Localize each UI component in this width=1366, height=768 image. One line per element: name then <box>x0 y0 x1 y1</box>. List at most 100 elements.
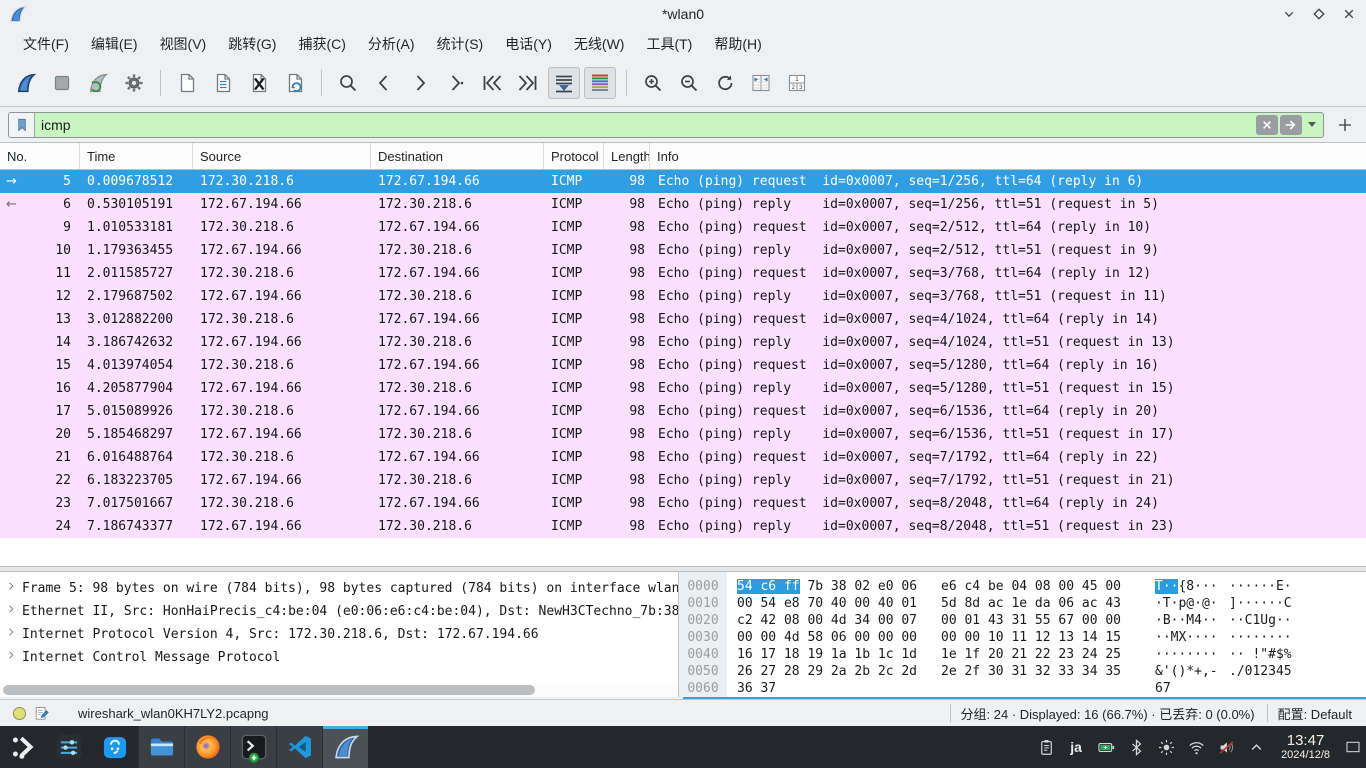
go-last-packet-button[interactable] <box>512 67 544 99</box>
profile-selector[interactable]: 配置: Default <box>1278 704 1366 723</box>
details-horizontal-scrollbar[interactable] <box>0 683 678 697</box>
layout-cells-button[interactable]: 123 <box>781 67 813 99</box>
menu-item-4[interactable]: 捕获(C) <box>287 30 356 58</box>
menu-item-8[interactable]: 无线(W) <box>563 30 636 58</box>
close-file-button[interactable] <box>243 67 275 99</box>
taskbar-file-manager[interactable] <box>138 726 184 768</box>
column-header-protocol[interactable]: Protocol <box>544 143 604 169</box>
stop-capture-button[interactable] <box>46 67 78 99</box>
hex-row-0060[interactable]: 006036 3767 <box>679 680 1366 697</box>
menu-item-7[interactable]: 电话(Y) <box>494 30 563 58</box>
filter-bookmark-icon[interactable] <box>9 113 35 137</box>
auto-scroll-button[interactable] <box>548 67 580 99</box>
clock[interactable]: 13:47 2024/12/8 <box>1271 733 1340 762</box>
expand-chevron-icon[interactable] <box>0 600 22 623</box>
menu-item-1[interactable]: 编辑(E) <box>80 30 149 58</box>
capture-filename[interactable]: wireshark_wlan0KH7LY2.pcapng <box>78 706 269 721</box>
go-back-button[interactable] <box>368 67 400 99</box>
detail-row-1[interactable]: Ethernet II, Src: HonHaiPrecis_c4:be:04 … <box>0 600 678 623</box>
minimize-button[interactable] <box>1278 3 1300 25</box>
hex-row-0020[interactable]: 0020c2 42 08 00 4d 34 00 0700 01 43 31 5… <box>679 612 1366 629</box>
tray-tray-expand[interactable] <box>1241 726 1271 768</box>
create-file-button[interactable] <box>171 67 203 99</box>
maximize-button[interactable] <box>1308 3 1330 25</box>
tray-network-wifi[interactable] <box>1181 726 1211 768</box>
expert-info-icon[interactable] <box>8 702 30 724</box>
packet-row-9[interactable]: 91.010533181172.30.218.6172.67.194.66ICM… <box>0 216 1366 239</box>
packet-row-6[interactable]: ←60.530105191172.67.194.66172.30.218.6IC… <box>0 193 1366 216</box>
packet-row-23[interactable]: 237.017501667172.30.218.6172.67.194.66IC… <box>0 492 1366 515</box>
go-to-packet-button[interactable] <box>440 67 472 99</box>
filter-apply-icon[interactable] <box>1280 115 1302 135</box>
menu-item-9[interactable]: 工具(T) <box>635 30 703 58</box>
tray-keyboard-layout[interactable]: ja <box>1061 726 1091 768</box>
packet-row-13[interactable]: 133.012882200172.30.218.6172.67.194.66IC… <box>0 308 1366 331</box>
column-header-time[interactable]: Time <box>80 143 193 169</box>
detail-row-0[interactable]: Frame 5: 98 bytes on wire (784 bits), 98… <box>0 577 678 600</box>
add-filter-button[interactable] <box>1332 112 1358 138</box>
open-file-button[interactable] <box>207 67 239 99</box>
packet-row-22[interactable]: 226.183223705172.67.194.66172.30.218.6IC… <box>0 469 1366 492</box>
start-capture-button[interactable] <box>10 67 42 99</box>
taskbar-system-settings[interactable] <box>46 726 92 768</box>
packet-row-17[interactable]: 175.015089926172.30.218.6172.67.194.66IC… <box>0 400 1366 423</box>
filter-dropdown-caret[interactable] <box>1308 122 1316 127</box>
taskbar-app-launcher[interactable] <box>0 726 46 768</box>
filter-clear-icon[interactable] <box>1256 115 1278 135</box>
zoom-reset-button[interactable] <box>709 67 741 99</box>
packet-row-10[interactable]: 101.179363455172.67.194.66172.30.218.6IC… <box>0 239 1366 262</box>
column-header-info[interactable]: Info <box>650 143 1366 169</box>
resize-columns-button[interactable] <box>745 67 777 99</box>
menu-item-10[interactable]: 帮助(H) <box>703 30 772 58</box>
packet-details-pane[interactable]: Frame 5: 98 bytes on wire (784 bits), 98… <box>0 572 679 697</box>
column-header-source[interactable]: Source <box>193 143 371 169</box>
zoom-out-button[interactable] <box>673 67 705 99</box>
expand-chevron-icon[interactable] <box>0 623 22 646</box>
detail-row-2[interactable]: Internet Protocol Version 4, Src: 172.30… <box>0 623 678 646</box>
hex-row-0030[interactable]: 003000 00 4d 58 06 00 00 0000 00 10 11 1… <box>679 629 1366 646</box>
hex-row-0010[interactable]: 001000 54 e8 70 40 00 40 015d 8d ac 1e d… <box>679 595 1366 612</box>
zoom-in-button[interactable] <box>637 67 669 99</box>
column-header-no[interactable]: No. <box>0 143 80 169</box>
expand-chevron-icon[interactable] <box>0 646 22 669</box>
tray-brightness[interactable] <box>1151 726 1181 768</box>
filter-value[interactable]: icmp <box>35 117 1256 133</box>
menu-item-2[interactable]: 视图(V) <box>149 30 218 58</box>
column-header-length[interactable]: Length <box>604 143 650 169</box>
close-icon[interactable] <box>1338 3 1360 25</box>
tray-battery[interactable] <box>1091 726 1121 768</box>
hex-row-0000[interactable]: 000054 c6 ff 7b 38 02 e0 06e6 c4 be 04 0… <box>679 578 1366 595</box>
tray-volume-muted[interactable] <box>1211 726 1241 768</box>
taskbar-firefox[interactable] <box>184 726 230 768</box>
taskbar-vscode[interactable] <box>276 726 322 768</box>
hex-row-0050[interactable]: 005026 27 28 29 2a 2b 2c 2d2e 2f 30 31 3… <box>679 663 1366 680</box>
restart-capture-button[interactable] <box>82 67 114 99</box>
tray-bluetooth[interactable] <box>1121 726 1151 768</box>
packet-row-11[interactable]: 112.011585727172.30.218.6172.67.194.66IC… <box>0 262 1366 285</box>
reload-file-button[interactable] <box>279 67 311 99</box>
packet-row-20[interactable]: 205.185468297172.67.194.66172.30.218.6IC… <box>0 423 1366 446</box>
go-first-packet-button[interactable] <box>476 67 508 99</box>
menu-item-3[interactable]: 跳转(G) <box>217 30 287 58</box>
show-desktop-button[interactable] <box>1340 726 1366 768</box>
capture-comment-icon[interactable] <box>30 702 52 724</box>
colorize-packets-button[interactable] <box>584 67 616 99</box>
menu-item-0[interactable]: 文件(F) <box>12 30 80 58</box>
taskbar-wireshark[interactable] <box>322 726 368 768</box>
packet-row-12[interactable]: 122.179687502172.67.194.66172.30.218.6IC… <box>0 285 1366 308</box>
packet-row-5[interactable]: →50.009678512172.30.218.6172.67.194.66IC… <box>0 170 1366 193</box>
column-header-destination[interactable]: Destination <box>371 143 544 169</box>
hex-row-0040[interactable]: 004016 17 18 19 1a 1b 1c 1d1e 1f 20 21 2… <box>679 646 1366 663</box>
go-forward-button[interactable] <box>404 67 436 99</box>
tray-clipboard[interactable] <box>1031 726 1061 768</box>
taskbar-discover[interactable] <box>92 726 138 768</box>
packet-row-21[interactable]: 216.016488764172.30.218.6172.67.194.66IC… <box>0 446 1366 469</box>
packet-row-16[interactable]: 164.205877904172.67.194.66172.30.218.6IC… <box>0 377 1366 400</box>
menu-item-6[interactable]: 统计(S) <box>426 30 495 58</box>
taskbar-terminal[interactable] <box>230 726 276 768</box>
packet-row-14[interactable]: 143.186742632172.67.194.66172.30.218.6IC… <box>0 331 1366 354</box>
detail-row-3[interactable]: Internet Control Message Protocol <box>0 646 678 669</box>
scrollbar-thumb[interactable] <box>3 685 535 695</box>
find-packet-button[interactable] <box>332 67 364 99</box>
packet-row-24[interactable]: 247.186743377172.67.194.66172.30.218.6IC… <box>0 515 1366 538</box>
